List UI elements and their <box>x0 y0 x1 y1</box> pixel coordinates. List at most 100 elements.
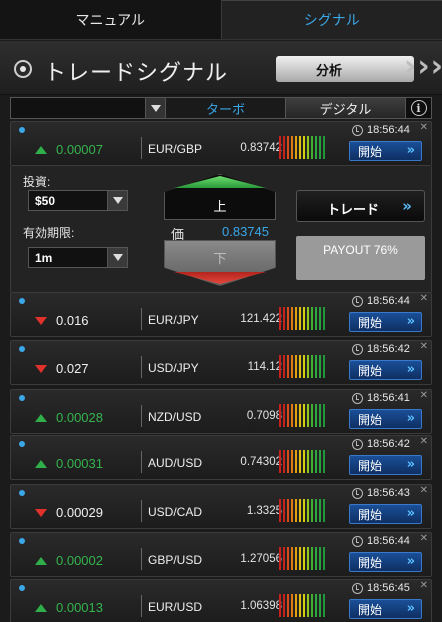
start-button[interactable]: 開始» <box>349 141 422 161</box>
signal-time: 18:56:44 <box>367 124 410 136</box>
status-dot-icon <box>19 441 25 447</box>
radio-icon[interactable] <box>14 60 32 78</box>
investment-select[interactable]: $50 <box>28 190 128 211</box>
change-value: 0.00029 <box>56 505 103 520</box>
down-triangle-icon <box>35 365 47 373</box>
double-chevron-icon: » <box>406 362 415 377</box>
clock-icon <box>352 488 363 499</box>
currency-pair: USD/JPY <box>141 356 229 378</box>
payout-badge: PAYOUT 76% <box>296 236 425 280</box>
change-value: 0.027 <box>56 361 89 376</box>
up-arrow-icon <box>174 176 266 188</box>
strength-meter <box>279 307 325 330</box>
start-button[interactable]: 開始» <box>349 360 422 380</box>
tab-manual[interactable]: マニュアル <box>0 0 222 39</box>
up-triangle-icon <box>35 146 47 154</box>
start-button[interactable]: 開始» <box>349 409 422 429</box>
close-icon[interactable]: ✕ <box>420 293 428 304</box>
tab-digital[interactable]: デジタル <box>286 98 406 118</box>
close-icon[interactable]: ✕ <box>420 580 428 591</box>
signal-time: 18:56:42 <box>367 343 410 355</box>
signal-row[interactable]: 0.00007 EUR/GBP 0.83742 18:56:44 ✕ 開始» <box>10 121 432 166</box>
strength-meter <box>279 547 325 570</box>
page-title: トレードシグナル <box>44 60 229 85</box>
strength-meter <box>279 594 325 617</box>
change-value: 0.00031 <box>56 456 103 471</box>
trade-panel: 投資: $50 有効期限: 1m 上 価 0.83745 下 トレード » PA… <box>10 166 432 292</box>
asset-filter-select[interactable] <box>11 98 166 118</box>
down-arrow-icon <box>174 272 266 284</box>
rate-value: 1.27056 <box>240 553 282 565</box>
down-triangle-icon <box>35 317 47 325</box>
call-up-button[interactable]: 上 <box>164 174 276 220</box>
status-dot-icon <box>19 127 25 133</box>
investment-label: 投資: <box>23 175 51 189</box>
double-chevron-icon: » <box>406 314 415 329</box>
tab-turbo[interactable]: ターボ <box>166 98 286 118</box>
start-button[interactable]: 開始» <box>349 455 422 475</box>
double-chevron-icon: » <box>406 143 415 158</box>
signal-row[interactable]: 0.016 EUR/JPY 121.422 18:56:44 ✕ 開始» <box>10 292 432 337</box>
chevron-down-icon[interactable] <box>145 98 165 118</box>
start-button[interactable]: 開始» <box>349 599 422 619</box>
clock-icon <box>352 536 363 547</box>
change-value: 0.00007 <box>56 142 103 157</box>
signal-time: 18:56:41 <box>367 392 410 404</box>
status-dot-icon <box>19 490 25 496</box>
expiry-label: 有効期限: <box>23 226 75 240</box>
clock-icon <box>352 125 363 136</box>
chevron-down-icon[interactable] <box>107 248 127 267</box>
signal-row[interactable]: 0.027 USD/JPY 114.12 18:56:42 ✕ 開始» <box>10 340 432 385</box>
double-chevron-icon: » <box>402 197 412 215</box>
chevrons-icon[interactable]: › › › <box>404 52 442 82</box>
close-icon[interactable]: ✕ <box>420 485 428 496</box>
rate-value: 1.3325 <box>246 505 282 517</box>
clock-icon <box>352 583 363 594</box>
close-icon[interactable]: ✕ <box>420 122 428 133</box>
currency-pair: EUR/JPY <box>141 308 229 330</box>
change-value: 0.016 <box>56 313 89 328</box>
currency-pair: GBP/USD <box>141 548 229 570</box>
change-value: 0.00002 <box>56 553 103 568</box>
close-icon[interactable]: ✕ <box>420 436 428 447</box>
double-chevron-icon: » <box>406 411 415 426</box>
expiry-select[interactable]: 1m <box>28 247 128 268</box>
rate-value: 0.74302 <box>240 456 282 468</box>
status-dot-icon <box>19 395 25 401</box>
currency-pair: EUR/USD <box>141 595 229 617</box>
signal-row[interactable]: 0.00002 GBP/USD 1.27056 18:56:44 ✕ 開始» <box>10 532 432 577</box>
put-down-button[interactable]: 下 <box>164 240 276 286</box>
signal-row[interactable]: 0.00013 EUR/USD 1.06398 18:56:45 ✕ 開始» <box>10 579 432 622</box>
strength-meter <box>279 355 325 378</box>
start-button[interactable]: 開始» <box>349 504 422 524</box>
signal-row[interactable]: 0.00031 AUD/USD 0.74302 18:56:42 ✕ 開始» <box>10 435 432 480</box>
signal-time: 18:56:43 <box>367 487 410 499</box>
signal-time: 18:56:45 <box>367 582 410 594</box>
down-triangle-icon <box>35 509 47 517</box>
info-icon[interactable]: i <box>406 98 431 118</box>
rate-value: 1.06398 <box>240 600 282 612</box>
rate-value: 121.422 <box>240 313 282 325</box>
double-chevron-icon: » <box>406 601 415 616</box>
change-value: 0.00013 <box>56 600 103 615</box>
start-button[interactable]: 開始» <box>349 312 422 332</box>
analysis-button[interactable]: 分析 <box>276 56 414 82</box>
tab-signal[interactable]: シグナル <box>221 0 442 39</box>
change-value: 0.00028 <box>56 410 103 425</box>
clock-icon <box>352 393 363 404</box>
double-chevron-icon: » <box>406 506 415 521</box>
close-icon[interactable]: ✕ <box>420 341 428 352</box>
status-dot-icon <box>19 538 25 544</box>
signal-row[interactable]: 0.00028 NZD/USD 0.7098 18:56:41 ✕ 開始» <box>10 389 432 434</box>
trade-button[interactable]: トレード » <box>296 190 425 222</box>
filter-bar: ターボ デジタル i <box>10 97 432 119</box>
currency-pair: USD/CAD <box>141 500 229 522</box>
close-icon[interactable]: ✕ <box>420 390 428 401</box>
close-icon[interactable]: ✕ <box>420 533 428 544</box>
chevron-down-icon[interactable] <box>107 191 127 210</box>
start-button[interactable]: 開始» <box>349 552 422 572</box>
double-chevron-icon: » <box>406 457 415 472</box>
signal-row[interactable]: 0.00029 USD/CAD 1.3325 18:56:43 ✕ 開始» <box>10 484 432 529</box>
strength-meter <box>279 136 325 159</box>
clock-icon <box>352 439 363 450</box>
